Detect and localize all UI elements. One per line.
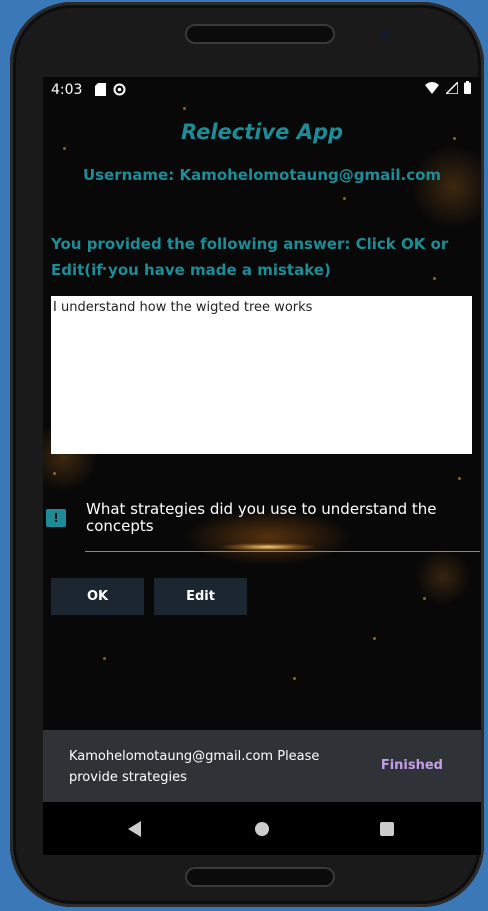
- bokeh-dot: [63, 147, 66, 150]
- sd-card-icon: [95, 83, 106, 100]
- status-time: 4:03: [51, 82, 83, 98]
- bokeh-dot: [183, 107, 186, 110]
- bokeh-dot: [293, 677, 296, 680]
- bokeh-dot: [458, 477, 461, 480]
- bokeh-dot: [53, 472, 56, 475]
- signal-icon: [443, 80, 459, 95]
- edit-button[interactable]: Edit: [154, 578, 247, 615]
- ok-button[interactable]: OK: [51, 578, 144, 615]
- phone-frame: 4:03 Relective App Username: Kamohelomot…: [10, 2, 484, 907]
- status-bar: 4:03: [43, 77, 481, 103]
- bottom-speaker: [185, 867, 335, 887]
- snackbar-message: Kamohelomotaung@gmail.com Please provide…: [69, 749, 320, 785]
- navigation-bar: [43, 802, 481, 855]
- phone-screen: 4:03 Relective App Username: Kamohelomot…: [43, 77, 481, 855]
- answer-prompt: You provided the following answer: Click…: [51, 235, 449, 279]
- status-right-icons: [425, 80, 471, 98]
- sync-icon: [113, 83, 126, 100]
- question-field[interactable]: What strategies did you use to understan…: [86, 501, 466, 535]
- feedback-icon: !: [46, 509, 66, 527]
- question-underline: [85, 551, 480, 552]
- answer-text-box[interactable]: I understand how the wigted tree works: [51, 296, 472, 454]
- bokeh-dot: [103, 657, 106, 660]
- home-icon[interactable]: [255, 822, 269, 836]
- bokeh-dot: [343, 197, 346, 200]
- battery-icon: [464, 81, 471, 94]
- app-title: Relective App: [180, 120, 344, 144]
- username-label: Username: Kamohelomotaung@gmail.com: [82, 166, 442, 184]
- top-speaker: [185, 24, 335, 44]
- recent-apps-icon[interactable]: [380, 822, 394, 836]
- bokeh-dot: [423, 597, 426, 600]
- back-icon[interactable]: [128, 821, 141, 837]
- snackbar: Kamohelomotaung@gmail.com Please provide…: [43, 730, 481, 802]
- wifi-icon: [425, 82, 440, 94]
- front-camera: [380, 29, 390, 39]
- bokeh-dot: [373, 637, 376, 640]
- snackbar-finished-button[interactable]: Finished: [381, 758, 443, 773]
